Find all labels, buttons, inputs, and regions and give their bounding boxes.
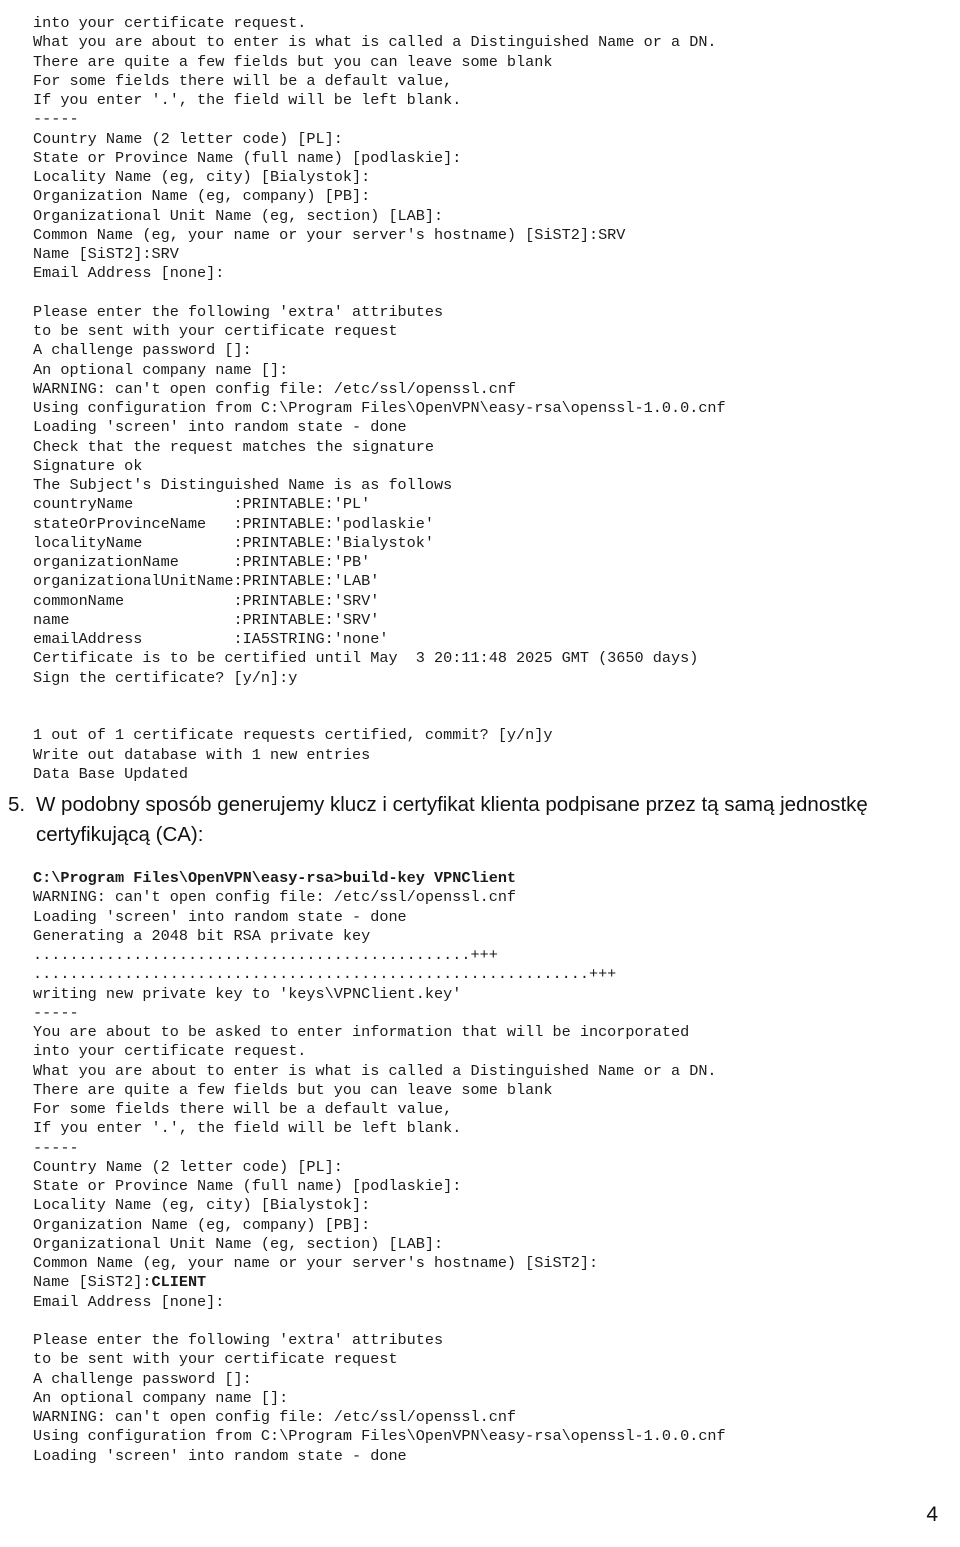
console-line: Name [SiST2]:SRV xyxy=(33,245,179,263)
console-line: Organizational Unit Name (eg, section) [… xyxy=(33,206,444,225)
console-line: Locality Name (eg, city) [Bialystok]: xyxy=(33,168,371,186)
console-line: Locality Name (eg, city) [Bialystok]: xyxy=(33,1196,371,1215)
console-line: Loading 'screen' into random state - don… xyxy=(33,1446,407,1465)
page-number: 4 xyxy=(926,1503,938,1526)
console-line: If you enter '.', the field will be left… xyxy=(33,91,462,109)
console-line: emailAddress :IA5STRING:'none' xyxy=(33,630,389,648)
console-line: The Subject's Distinguished Name is as f… xyxy=(33,476,453,494)
console-line: State or Province Name (full name) [podl… xyxy=(33,148,462,167)
console-line: For some fields there will be a default … xyxy=(33,71,453,90)
console-line: Organization Name (eg, company) [PB]: xyxy=(33,187,371,206)
console-line: stateOrProvinceName :PRINTABLE:'podlaski… xyxy=(33,514,435,533)
console-line: organizationalUnitName:PRINTABLE:'LAB' xyxy=(33,572,380,591)
console-line: ----- xyxy=(33,1138,79,1157)
console-line: An optional company name []: xyxy=(33,360,289,379)
console-output-top: into your certificate request. What you a… xyxy=(33,14,726,784)
name-prompt-prefix: Name [SiST2]: xyxy=(33,1273,152,1292)
console-line: What you are about to enter is what is c… xyxy=(33,33,717,52)
console-line: Using configuration from C:\Program File… xyxy=(33,1427,726,1446)
console-line: Sign the certificate? [y/n]:y xyxy=(33,668,298,687)
console-line: into your certificate request. xyxy=(33,14,307,32)
console-line: Please enter the following 'extra' attri… xyxy=(33,302,444,321)
console-line: WARNING: can't open config file: /etc/ss… xyxy=(33,888,517,907)
console-line: organizationName :PRINTABLE:'PB' xyxy=(33,553,371,571)
console-line: There are quite a few fields but you can… xyxy=(33,1080,553,1099)
console-line: ----- xyxy=(33,1003,79,1022)
name-prompt-value: CLIENT xyxy=(151,1273,207,1292)
document-page: into your certificate request. What you a… xyxy=(0,0,960,1547)
console-line: For some fields there will be a default … xyxy=(33,1100,453,1118)
console-line: State or Province Name (full name) [podl… xyxy=(33,1177,462,1195)
console-line: Write out database with 1 new entries xyxy=(33,745,371,764)
console-line: Loading 'screen' into random state - don… xyxy=(33,418,407,437)
console-line: What you are about to enter is what is c… xyxy=(33,1061,717,1080)
console-line-name-prompt: Name [SiST2]:CLIENT xyxy=(33,1273,726,1292)
console-line: ........................................… xyxy=(33,965,617,984)
console-line: Check that the request matches the signa… xyxy=(33,437,435,456)
console-line: Email Address [none]: xyxy=(33,264,225,283)
console-line: name :PRINTABLE:'SRV' xyxy=(33,610,380,629)
console-line: An optional company name []: xyxy=(33,1388,289,1407)
console-line: C:\Program Files\OpenVPN\easy-rsa>build-… xyxy=(33,869,517,887)
console-line: You are about to be asked to enter infor… xyxy=(33,1023,690,1041)
console-line: localityName :PRINTABLE:'Bialystok' xyxy=(33,533,435,552)
console-line: WARNING: can't open config file: /etc/ss… xyxy=(33,379,517,398)
console-line: Common Name (eg, your name or your serve… xyxy=(33,1254,599,1272)
console-line: into your certificate request. xyxy=(33,1042,307,1061)
console-line: to be sent with your certificate request xyxy=(33,322,398,340)
console-line: Signature ok xyxy=(33,456,143,475)
console-line: If you enter '.', the field will be left… xyxy=(33,1119,462,1138)
console-line: Data Base Updated xyxy=(33,764,188,783)
list-marker: 5. xyxy=(8,793,26,816)
console-line: writing new private key to 'keys\VPNClie… xyxy=(33,984,462,1003)
console-line: Please enter the following 'extra' attri… xyxy=(33,1331,444,1349)
console-line: ----- xyxy=(33,110,79,129)
console-line: Country Name (2 letter code) [PL]: xyxy=(33,129,343,148)
console-line: Certificate is to be certified until May… xyxy=(33,649,699,668)
instruction-text: W podobny sposób generujemy klucz i cert… xyxy=(36,793,868,846)
console-line: Loading 'screen' into random state - don… xyxy=(33,907,407,926)
console-line: ........................................… xyxy=(33,946,498,964)
console-line: commonName :PRINTABLE:'SRV' xyxy=(33,591,380,610)
console-line: 1 out of 1 certificate requests certifie… xyxy=(33,726,553,745)
console-line: Email Address [none]: xyxy=(33,1292,225,1311)
console-line: to be sent with your certificate request xyxy=(33,1350,398,1369)
console-output-middle: C:\Program Files\OpenVPN\easy-rsa>build-… xyxy=(33,869,726,1466)
console-line: Country Name (2 letter code) [PL]: xyxy=(33,1157,343,1176)
console-line: Using configuration from C:\Program File… xyxy=(33,399,726,417)
console-line: Organizational Unit Name (eg, section) [… xyxy=(33,1234,444,1253)
instruction-item-5: 5. W podobny sposób generujemy klucz i c… xyxy=(8,790,940,850)
console-line: A challenge password []: xyxy=(33,341,252,360)
console-line: countryName :PRINTABLE:'PL' xyxy=(33,495,371,514)
console-line: There are quite a few fields but you can… xyxy=(33,52,553,71)
console-line: Common Name (eg, your name or your serve… xyxy=(33,225,626,244)
console-line: A challenge password []: xyxy=(33,1369,252,1388)
console-line: WARNING: can't open config file: /etc/ss… xyxy=(33,1408,517,1426)
console-line: Generating a 2048 bit RSA private key xyxy=(33,926,371,945)
console-line: Organization Name (eg, company) [PB]: xyxy=(33,1215,371,1234)
